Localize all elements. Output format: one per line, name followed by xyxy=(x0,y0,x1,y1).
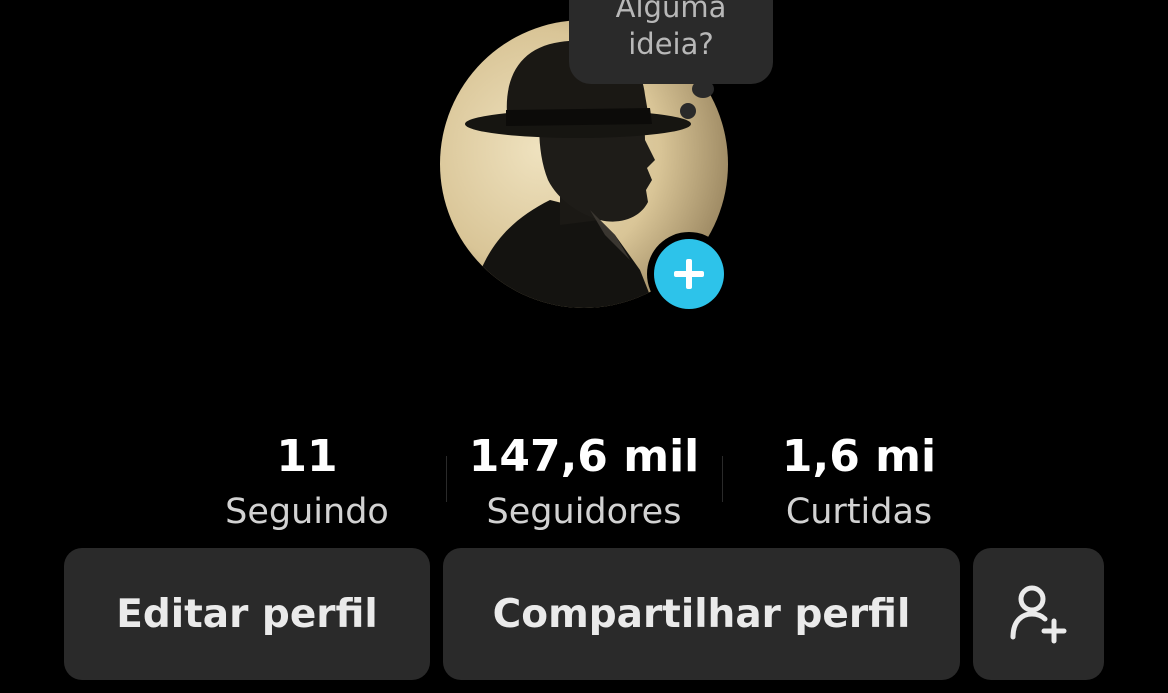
stat-divider xyxy=(446,456,447,502)
note-thought-bubble[interactable]: Alguma ideia? xyxy=(569,0,773,84)
note-text: Alguma ideia? xyxy=(569,0,773,63)
add-person-icon xyxy=(1010,585,1066,644)
stat-divider xyxy=(722,456,723,502)
stat-followers[interactable]: 147,6 mil Seguidores xyxy=(454,428,714,538)
plus-icon xyxy=(674,259,704,289)
stat-likes-value: 1,6 mi xyxy=(781,431,937,482)
stat-following-label: Seguindo xyxy=(225,492,389,532)
add-friend-button[interactable] xyxy=(973,548,1104,680)
stat-followers-label: Seguidores xyxy=(486,492,682,532)
add-story-button[interactable] xyxy=(647,232,731,316)
add-story-button-circle xyxy=(654,239,724,309)
share-profile-label: Compartilhar perfil xyxy=(492,591,911,637)
stat-likes[interactable]: 1,6 mi Curtidas xyxy=(729,428,989,538)
note-text-line2: ideia? xyxy=(628,27,714,61)
bubble-tail-dot-small xyxy=(680,103,696,119)
edit-profile-label: Editar perfil xyxy=(116,591,378,637)
share-profile-button[interactable]: Compartilhar perfil xyxy=(443,548,960,680)
stat-following[interactable]: 11 Seguindo xyxy=(177,428,437,538)
bubble-tail-dot-large xyxy=(692,80,714,98)
stat-likes-label: Curtidas xyxy=(785,492,933,532)
edit-profile-button[interactable]: Editar perfil xyxy=(64,548,430,680)
stat-following-value: 11 xyxy=(276,431,338,482)
note-text-line1: Alguma xyxy=(615,0,727,24)
stat-followers-value: 147,6 mil xyxy=(468,431,700,482)
